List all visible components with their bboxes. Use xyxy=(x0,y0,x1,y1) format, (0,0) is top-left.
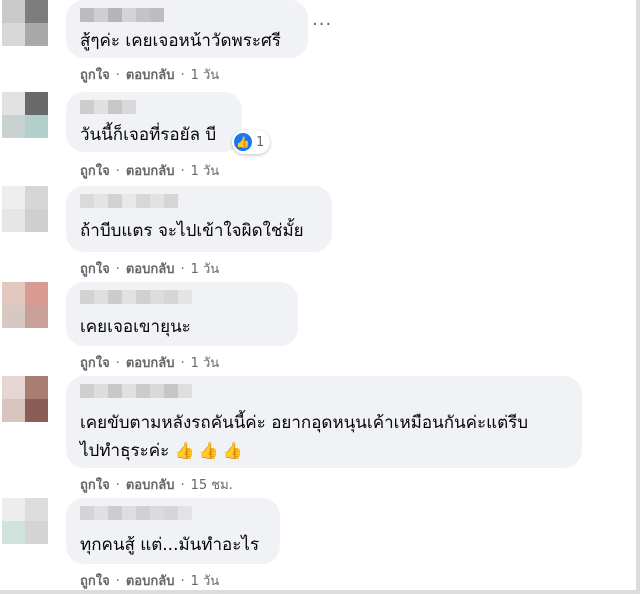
more-options-icon[interactable]: ··· xyxy=(312,14,332,35)
avatar[interactable] xyxy=(2,376,48,422)
like-button[interactable]: ถูกใจ xyxy=(80,356,110,371)
reply-button[interactable]: ตอบกลับ xyxy=(126,262,175,277)
like-button[interactable]: ถูกใจ xyxy=(80,68,110,83)
reply-button[interactable]: ตอบกลับ xyxy=(126,478,175,493)
thumbs-up-emojis: 👍 👍 👍 xyxy=(175,438,243,464)
like-button[interactable]: ถูกใจ xyxy=(80,262,110,277)
reaction-count: 1 xyxy=(256,134,265,150)
comment-actions: ถูกใจ · ตอบกลับ · 1 วัน xyxy=(80,258,219,279)
timestamp[interactable]: 15 ชม. xyxy=(191,478,233,493)
comment-text: ทุกคนสู้ แต่...มันทำอะไร xyxy=(80,535,260,555)
separator: · xyxy=(115,356,120,371)
comment-bubble: ทุกคนสู้ แต่...มันทำอะไร xyxy=(66,498,280,564)
comment-bubble: วันนี้ก็เจอที่รอยัล บี xyxy=(66,92,242,152)
timestamp[interactable]: 1 วัน xyxy=(191,262,220,277)
author-name-blurred[interactable] xyxy=(80,8,164,24)
separator: · xyxy=(115,68,120,83)
comment-text: ถ้าบีบแตร จะไปเข้าใจผิดใช่มั้ย xyxy=(80,221,304,241)
comment-actions: ถูกใจ · ตอบกลับ · 1 วัน xyxy=(80,160,219,181)
timestamp[interactable]: 1 วัน xyxy=(191,356,220,371)
like-button[interactable]: ถูกใจ xyxy=(80,478,110,493)
avatar[interactable] xyxy=(2,282,48,328)
separator: · xyxy=(180,356,185,371)
author-name-blurred[interactable] xyxy=(80,290,192,306)
avatar[interactable] xyxy=(2,498,48,544)
separator: · xyxy=(115,164,120,179)
author-name-blurred[interactable] xyxy=(80,194,178,210)
author-name-blurred[interactable] xyxy=(80,100,136,116)
comment-text: เคยเจอเขายุนะ xyxy=(80,317,191,337)
comment-text: สู้ๆค่ะ เคยเจอหน้าวัดพระศรี xyxy=(80,31,281,51)
comment-bubble: สู้ๆค่ะ เคยเจอหน้าวัดพระศรี xyxy=(66,0,308,58)
author-name-blurred[interactable] xyxy=(80,506,192,522)
separator: · xyxy=(115,262,120,277)
separator: · xyxy=(180,574,185,589)
comment-text: เคยขับตามหลังรถคันนี้ค่ะ อยากอุดหนุนเค้า… xyxy=(80,413,529,433)
avatar[interactable] xyxy=(2,186,48,232)
reply-button[interactable]: ตอบกลับ xyxy=(126,68,175,83)
separator: · xyxy=(115,574,120,589)
thumbs-up-icon: 👍 xyxy=(174,441,195,460)
comment-actions: ถูกใจ · ตอบกลับ · 15 ชม. xyxy=(80,474,233,495)
separator: · xyxy=(180,164,185,179)
comment-bubble: เคยเจอเขายุนะ xyxy=(66,282,298,346)
author-name-blurred[interactable] xyxy=(80,384,192,400)
frame-edge-right xyxy=(636,0,640,594)
comment-actions: ถูกใจ · ตอบกลับ · 1 วัน xyxy=(80,352,219,373)
reaction-badge[interactable]: 👍 1 xyxy=(232,130,271,154)
reply-button[interactable]: ตอบกลับ xyxy=(126,164,175,179)
comment-bubble: ถ้าบีบแตร จะไปเข้าใจผิดใช่มั้ย xyxy=(66,186,332,252)
comment-text: วันนี้ก็เจอที่รอยัล บี xyxy=(80,125,217,145)
comment-actions: ถูกใจ · ตอบกลับ · 1 วัน xyxy=(80,64,219,85)
like-button[interactable]: ถูกใจ xyxy=(80,164,110,179)
separator: · xyxy=(115,478,120,493)
avatar[interactable] xyxy=(2,0,48,46)
separator: · xyxy=(180,68,185,83)
separator: · xyxy=(180,262,185,277)
like-reaction-icon: 👍 xyxy=(234,133,252,151)
comment-text-line2-label: ไปทำธุระค่ะ xyxy=(80,441,170,461)
separator: · xyxy=(180,478,185,493)
comment-bubble: เคยขับตามหลังรถคันนี้ค่ะ อยากอุดหนุนเค้า… xyxy=(66,376,582,468)
reply-button[interactable]: ตอบกลับ xyxy=(126,356,175,371)
timestamp[interactable]: 1 วัน xyxy=(191,574,220,589)
thumbs-up-icon: 👍 xyxy=(222,441,243,460)
reply-button[interactable]: ตอบกลับ xyxy=(126,574,175,589)
timestamp[interactable]: 1 วัน xyxy=(191,164,220,179)
avatar[interactable] xyxy=(2,92,48,138)
comment-text-line2: ไปทำธุระค่ะ 👍 👍 👍 xyxy=(80,438,242,464)
comment-actions: ถูกใจ · ตอบกลับ · 1 วัน xyxy=(80,570,219,591)
thumbs-up-icon: 👍 xyxy=(198,441,219,460)
like-button[interactable]: ถูกใจ xyxy=(80,574,110,589)
timestamp[interactable]: 1 วัน xyxy=(191,68,220,83)
